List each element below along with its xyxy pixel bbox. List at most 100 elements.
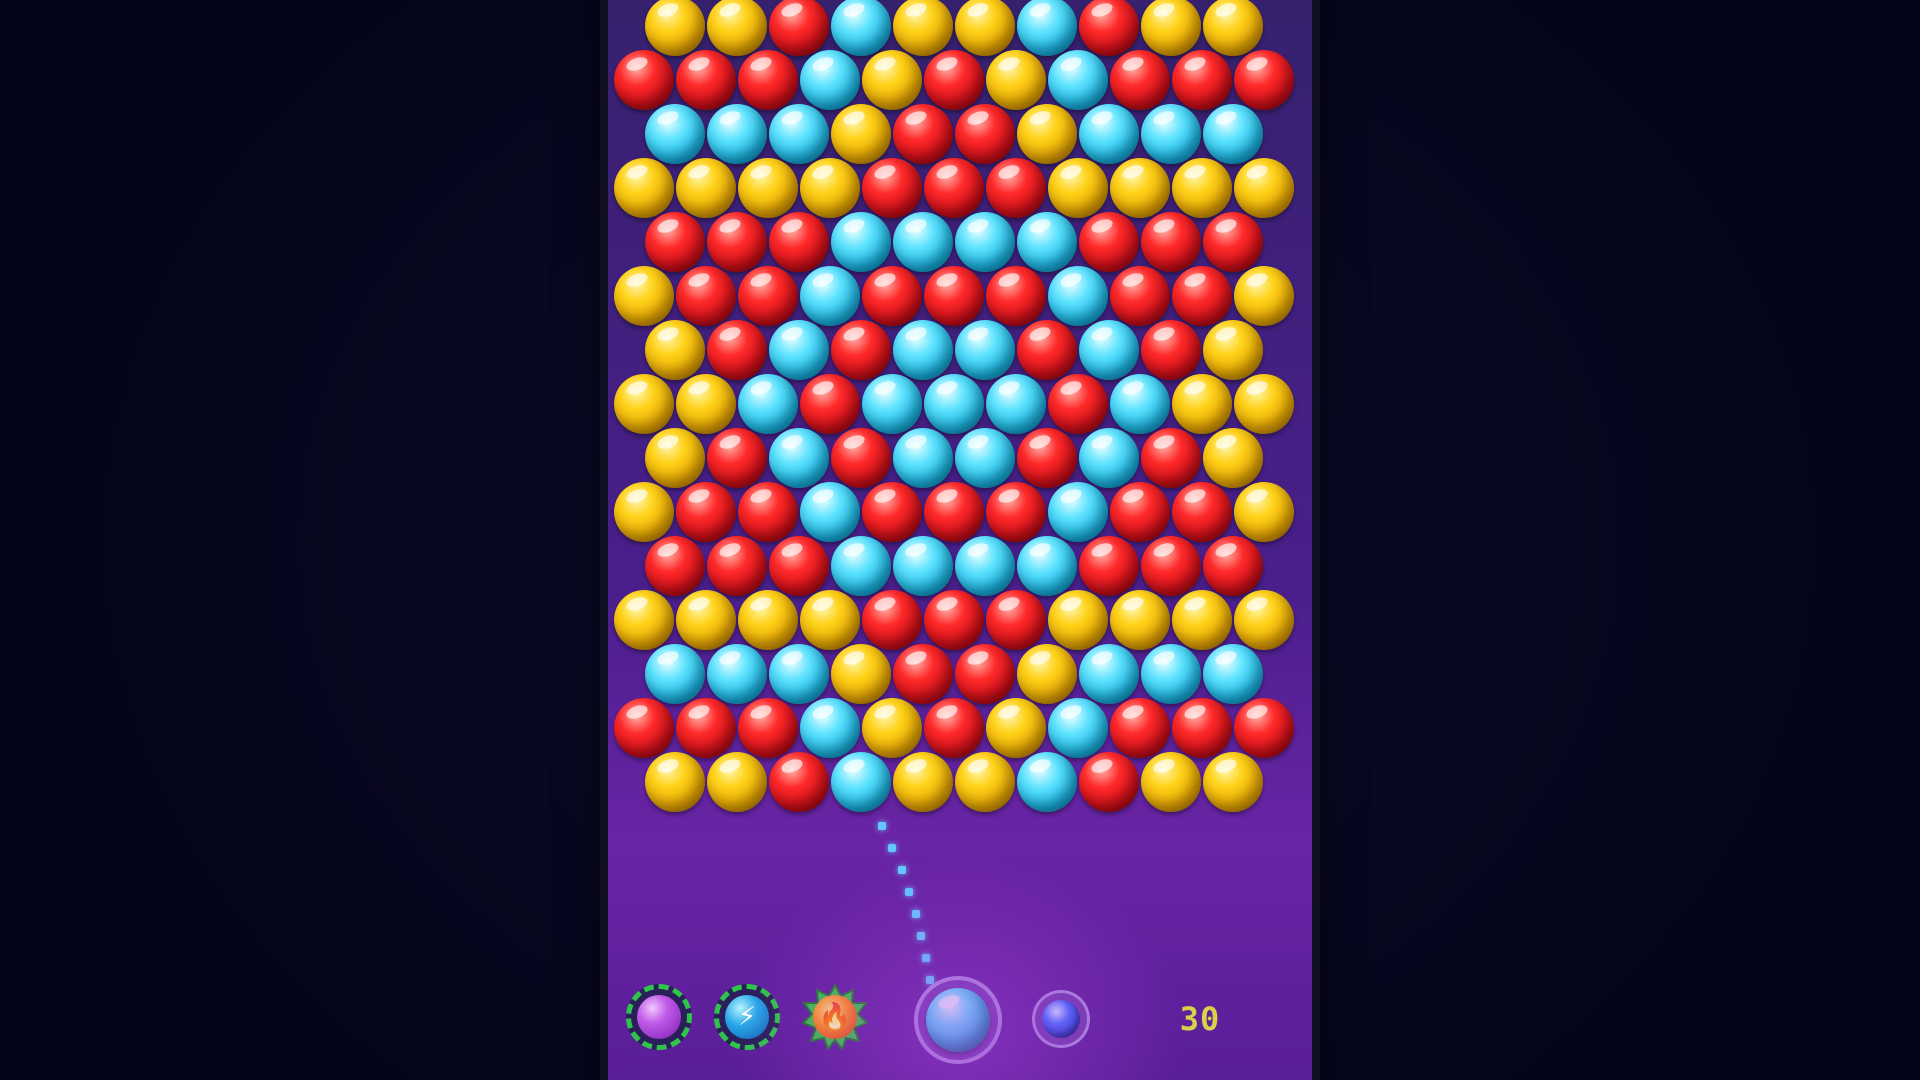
red-bubble (1079, 536, 1139, 596)
yellow-bubble (614, 374, 674, 434)
yellow-bubble (1234, 266, 1294, 326)
red-bubble (769, 536, 829, 596)
cyan-bubble (1110, 374, 1170, 434)
purple-bubble-booster[interactable] (626, 984, 692, 1050)
red-bubble (676, 266, 736, 326)
red-bubble (769, 212, 829, 272)
cyan-bubble (707, 104, 767, 164)
cyan-bubble (955, 536, 1015, 596)
cyan-bubble (1079, 428, 1139, 488)
cyan-bubble (1079, 104, 1139, 164)
game-board[interactable]: ⚡ 🔥 30 (608, 0, 1312, 1080)
cyan-bubble (1203, 644, 1263, 704)
red-bubble (614, 698, 674, 758)
yellow-bubble (707, 752, 767, 812)
cyan-bubble (1141, 644, 1201, 704)
cyan-bubble (1079, 644, 1139, 704)
cyan-bubble (1017, 752, 1077, 812)
bubble-grid (608, 0, 1312, 820)
yellow-bubble (862, 50, 922, 110)
yellow-bubble (676, 374, 736, 434)
red-bubble (1172, 698, 1232, 758)
red-bubble (1110, 482, 1170, 542)
yellow-bubble (614, 266, 674, 326)
red-bubble (955, 104, 1015, 164)
red-bubble (645, 212, 705, 272)
cyan-bubble (831, 752, 891, 812)
red-bubble (1017, 428, 1077, 488)
red-bubble (1017, 320, 1077, 380)
yellow-bubble (738, 158, 798, 218)
aim-dot (905, 888, 913, 896)
bottom-hud: ⚡ 🔥 30 (608, 960, 1312, 1080)
red-bubble (1234, 698, 1294, 758)
red-bubble (1203, 536, 1263, 596)
cyan-bubble (893, 536, 953, 596)
next-bubble-slot[interactable] (1032, 990, 1090, 1048)
red-bubble (1172, 482, 1232, 542)
cyan-bubble (1017, 536, 1077, 596)
fire-booster[interactable]: 🔥 (802, 984, 868, 1050)
yellow-bubble (1017, 644, 1077, 704)
red-bubble (955, 644, 1015, 704)
red-bubble (862, 482, 922, 542)
cyan-bubble (769, 428, 829, 488)
yellow-bubble (645, 428, 705, 488)
red-bubble (924, 158, 984, 218)
red-bubble (707, 320, 767, 380)
red-bubble (707, 212, 767, 272)
cyan-bubble (893, 428, 953, 488)
red-bubble (800, 374, 860, 434)
cyan-bubble (800, 50, 860, 110)
cyan-bubble (893, 212, 953, 272)
yellow-bubble (676, 590, 736, 650)
lightning-booster[interactable]: ⚡ (714, 984, 780, 1050)
red-bubble (707, 536, 767, 596)
yellow-bubble (676, 158, 736, 218)
cyan-bubble (769, 320, 829, 380)
bubble-shooter[interactable] (914, 976, 1002, 1064)
cyan-bubble (645, 104, 705, 164)
yellow-bubble (1203, 428, 1263, 488)
yellow-bubble (1203, 320, 1263, 380)
cyan-bubble (800, 482, 860, 542)
yellow-bubble (1048, 158, 1108, 218)
yellow-bubble (1141, 0, 1201, 56)
red-bubble (676, 698, 736, 758)
yellow-bubble (1203, 752, 1263, 812)
cyan-bubble (1017, 212, 1077, 272)
cyan-bubble (1048, 266, 1108, 326)
yellow-bubble (645, 752, 705, 812)
red-bubble (1172, 50, 1232, 110)
red-bubble (645, 536, 705, 596)
yellow-bubble (614, 590, 674, 650)
yellow-bubble (614, 158, 674, 218)
red-bubble (893, 104, 953, 164)
cyan-bubble (738, 374, 798, 434)
cyan-bubble (955, 428, 1015, 488)
yellow-bubble (862, 698, 922, 758)
red-bubble (707, 428, 767, 488)
yellow-bubble (955, 0, 1015, 56)
cyan-bubble (800, 266, 860, 326)
red-bubble (924, 698, 984, 758)
yellow-bubble (645, 320, 705, 380)
cyan-bubble (769, 644, 829, 704)
red-bubble (831, 320, 891, 380)
yellow-bubble (955, 752, 1015, 812)
yellow-bubble (1110, 590, 1170, 650)
red-bubble (738, 266, 798, 326)
cyan-bubble (1141, 104, 1201, 164)
red-bubble (1234, 50, 1294, 110)
red-bubble (676, 50, 736, 110)
yellow-bubble (986, 698, 1046, 758)
red-bubble (738, 698, 798, 758)
red-bubble (862, 590, 922, 650)
red-bubble (1110, 698, 1170, 758)
red-bubble (769, 752, 829, 812)
cyan-bubble (645, 644, 705, 704)
aim-dot (917, 932, 925, 940)
purple-orb-icon (637, 995, 681, 1039)
yellow-bubble (1172, 590, 1232, 650)
cyan-bubble (862, 374, 922, 434)
